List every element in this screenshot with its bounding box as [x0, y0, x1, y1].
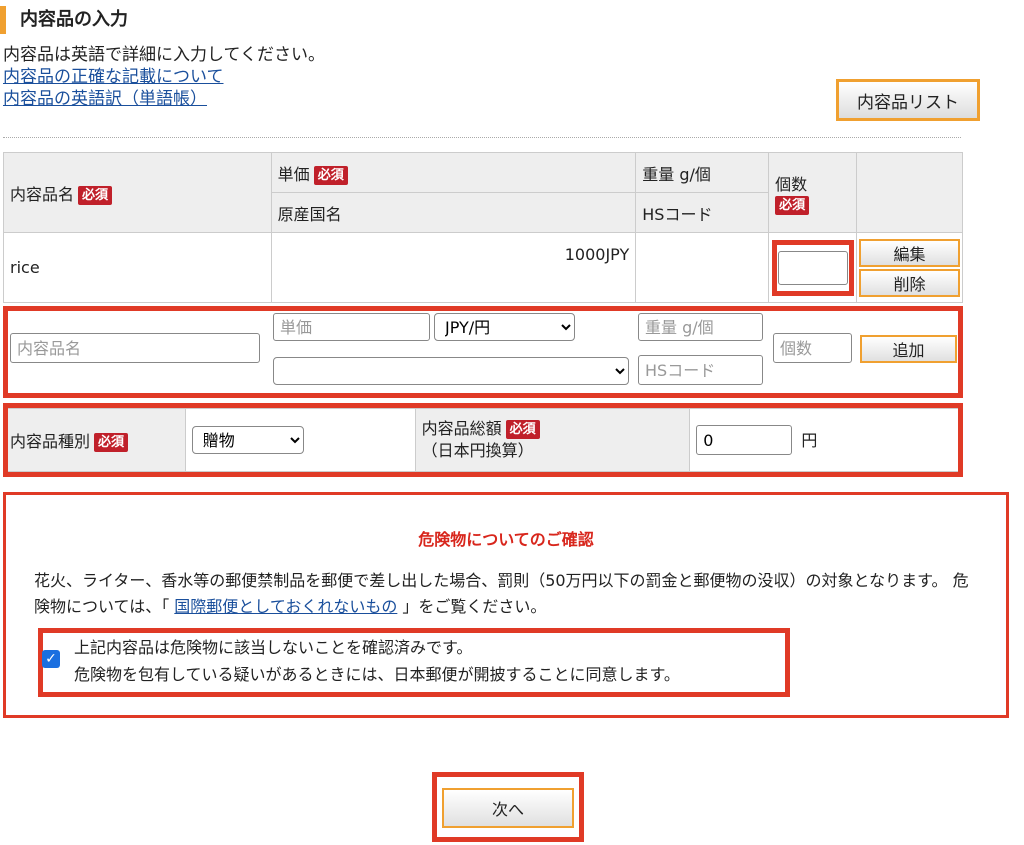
row-actions: 編集 削除: [856, 232, 963, 303]
required-badge: 必須: [78, 185, 113, 205]
accurate-description-link[interactable]: 内容品の正確な記載について: [3, 67, 224, 87]
weight-input[interactable]: [638, 313, 763, 341]
add-button[interactable]: 追加: [860, 335, 957, 363]
english-glossary-link[interactable]: 内容品の英語訳（単語帳）: [3, 89, 207, 109]
section-title: 内容品の入力: [0, 6, 128, 34]
currency-select[interactable]: JPY/円: [434, 313, 575, 341]
header-hs: HSコード: [635, 192, 770, 233]
row-qty-cell: [768, 232, 858, 303]
header-weight: 重量 g/個: [635, 152, 770, 193]
row-weight: [635, 232, 770, 303]
confirm-checkbox[interactable]: ✓: [42, 650, 60, 668]
intro-text: 内容品は英語で詳細に入力してください。: [3, 45, 325, 65]
header-origin: 原産国名: [270, 192, 637, 233]
confirmation-text: 上記内容品は危険物に該当しないことを確認済みです。 危険物を包有している疑いがあ…: [74, 638, 680, 684]
next-button[interactable]: 次へ: [442, 788, 574, 828]
delete-button[interactable]: 削除: [859, 268, 960, 297]
divider: [3, 137, 961, 138]
row-name: rice: [3, 232, 272, 303]
hs-code-input[interactable]: [638, 355, 763, 385]
contents-table: 内容品名 必須 単価 必須 重量 g/個 個数 必須 原産国名 HSコード rice …: [3, 152, 963, 303]
row-price: 1000JPY: [270, 232, 637, 303]
edit-button[interactable]: 編集: [859, 238, 960, 267]
contents-list-button[interactable]: 内容品リスト: [836, 79, 980, 121]
origin-select[interactable]: [273, 357, 629, 385]
required-badge: 必須: [313, 165, 348, 185]
header-price: 単価 必須: [270, 152, 637, 193]
kind-row-highlight: [3, 403, 963, 477]
danger-title: 危険物についてのご確認: [418, 530, 594, 549]
header-qty: 個数 必須: [768, 152, 858, 233]
required-badge: 必須: [775, 195, 810, 215]
row-qty-input[interactable]: [777, 250, 848, 285]
qty-highlight: [771, 239, 854, 296]
intro-block: 内容品は英語で詳細に入力してください。 内容品の正確な記載について 内容品の英語…: [3, 44, 325, 110]
check-icon: ✓: [45, 651, 57, 667]
table-row: rice 1000JPY 編集 削除: [3, 232, 963, 303]
prohibited-items-link[interactable]: 国際郵便としておくれないもの: [174, 597, 397, 616]
quantity-input[interactable]: [773, 333, 852, 363]
item-name-input[interactable]: [10, 333, 260, 363]
header-actions: [856, 152, 963, 233]
price-input[interactable]: [273, 313, 430, 341]
danger-text: 花火、ライター、香水等の郵便禁制品を郵便で差し出した場合、罰則（50万円以下の罰…: [34, 571, 969, 616]
header-name: 内容品名 必須: [3, 152, 272, 233]
